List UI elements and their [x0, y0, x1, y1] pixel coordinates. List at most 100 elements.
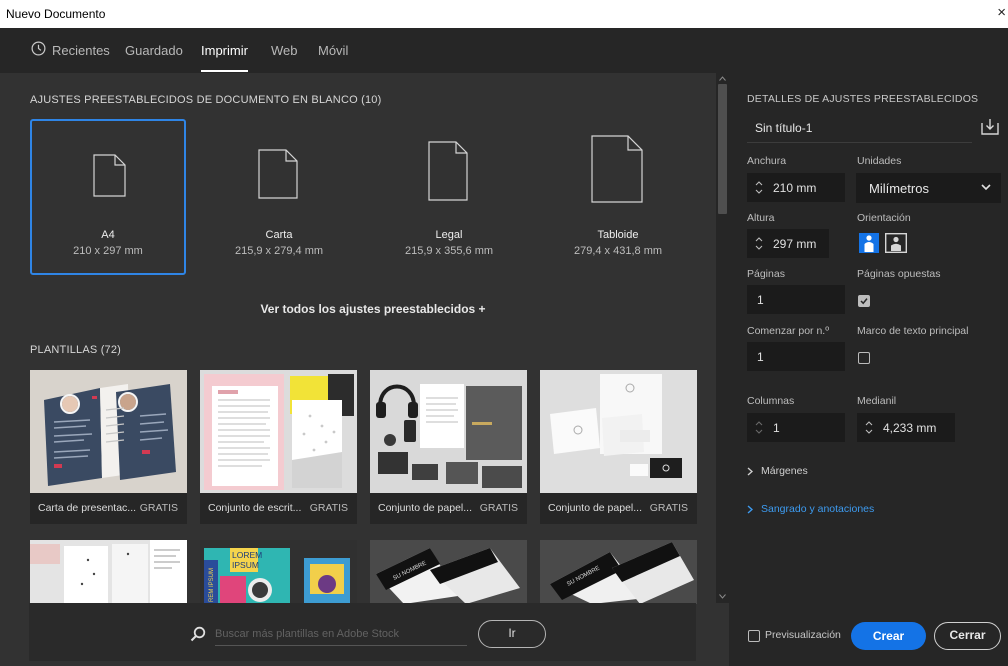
- template-thumbnail: LOREM IPSUM REM IPSUM: [200, 540, 357, 604]
- clock-icon: [31, 41, 46, 56]
- gutter-field[interactable]: 4,233 mm: [857, 413, 955, 442]
- title-bar: Nuevo Documento ×: [0, 0, 1008, 28]
- chevron-right-icon: [747, 467, 753, 476]
- templates-heading: PLANTILLAS (72): [30, 344, 122, 356]
- preset-name: Carta: [265, 229, 293, 241]
- template-card[interactable]: Carta de presentac... GRATIS: [30, 370, 187, 524]
- preset-size: 279,4 x 431,8 mm: [573, 245, 663, 257]
- free-badge: GRATIS: [139, 502, 178, 514]
- blank-presets-heading: AJUSTES PREESTABLECIDOS DE DOCUMENTO EN …: [30, 94, 382, 106]
- template-thumbnail: [30, 540, 187, 604]
- window-title: Nuevo Documento: [6, 7, 106, 21]
- preset-size: 215,9 x 355,6 mm: [404, 245, 494, 257]
- document-icon: [258, 149, 298, 199]
- scroll-up-icon[interactable]: [719, 76, 726, 81]
- scroll-down-icon[interactable]: [719, 594, 726, 599]
- chevron-down-icon: [981, 184, 991, 191]
- width-field[interactable]: 210 mm: [747, 173, 845, 202]
- template-title: Conjunto de escrit...: [208, 502, 302, 514]
- pages-label: Páginas: [747, 268, 785, 280]
- template-thumbnail: [30, 370, 187, 493]
- scrollbar-thumb[interactable]: [718, 84, 727, 214]
- stepper-icon[interactable]: [754, 419, 764, 436]
- primary-text-frame-checkbox[interactable]: [858, 352, 870, 364]
- preset-name: A4: [101, 229, 115, 241]
- height-label: Altura: [747, 212, 775, 224]
- template-caption: Carta de presentac... GRATIS: [30, 493, 187, 524]
- template-caption: Conjunto de escrit... GRATIS: [200, 493, 357, 524]
- template-card[interactable]: Conjunto de papel... GRATIS: [540, 370, 697, 524]
- see-all-presets-link[interactable]: Ver todos los ajustes preestablecidos +: [0, 302, 716, 316]
- tab-recientes[interactable]: Recientes: [52, 43, 110, 58]
- save-preset-icon[interactable]: [981, 118, 999, 135]
- gutter-label: Medianil: [857, 395, 897, 407]
- ipsum-text: IPSUM: [232, 560, 259, 570]
- portrait-orientation-icon[interactable]: [859, 233, 879, 253]
- stepper-icon[interactable]: [754, 235, 764, 252]
- start-page-label: Comenzar por n.º: [747, 325, 830, 337]
- document-icon: [428, 141, 468, 201]
- facing-pages-label: Páginas opuestas: [857, 268, 941, 280]
- template-card[interactable]: LOREM IPSUM REM IPSUM: [200, 540, 357, 604]
- stepper-icon[interactable]: [754, 179, 764, 196]
- preset-tabloide[interactable]: Tabloide 279,4 x 431,8 mm: [540, 119, 696, 275]
- preset-name: Legal: [435, 229, 463, 241]
- tab-web[interactable]: Web: [271, 43, 298, 58]
- preset-a4[interactable]: A4 210 x 297 mm: [30, 119, 186, 275]
- template-card[interactable]: [30, 540, 187, 604]
- close-icon[interactable]: ×: [997, 4, 1006, 21]
- document-icon: [591, 135, 643, 203]
- template-caption: Conjunto de papel... GRATIS: [540, 493, 697, 524]
- template-title: Carta de presentac...: [38, 502, 137, 514]
- preset-size: 215,9 x 279,4 mm: [234, 245, 324, 257]
- start-page-field[interactable]: 1: [747, 342, 845, 371]
- preset-name-field[interactable]: Sin título-1: [747, 115, 972, 143]
- free-badge: GRATIS: [479, 502, 518, 514]
- free-badge: GRATIS: [309, 502, 348, 514]
- go-button[interactable]: Ir: [478, 620, 546, 648]
- tab-guardado[interactable]: Guardado: [125, 43, 183, 58]
- template-thumbnail: SU NOMBRE: [540, 540, 697, 604]
- lorem-text: LOREM: [232, 550, 262, 560]
- preview-checkbox[interactable]: [748, 630, 760, 642]
- preset-size: 210 x 297 mm: [73, 245, 143, 257]
- primary-text-frame-label: Marco de texto principal: [857, 325, 969, 337]
- stock-search-input[interactable]: [215, 622, 467, 646]
- height-field[interactable]: 297 mm: [747, 229, 829, 258]
- template-thumbnail: [370, 370, 527, 493]
- landscape-orientation-icon[interactable]: [885, 233, 907, 253]
- bleed-label: Sangrado y anotaciones: [761, 503, 875, 515]
- template-caption: Conjunto de papel... GRATIS: [370, 493, 527, 524]
- document-icon: [93, 154, 126, 197]
- stock-search-bar: Ir: [29, 603, 696, 661]
- presets-scrollbar[interactable]: [716, 73, 729, 603]
- close-button[interactable]: Cerrar: [934, 622, 1001, 650]
- free-badge: GRATIS: [649, 502, 688, 514]
- search-icon: [190, 626, 206, 642]
- pages-field[interactable]: 1: [747, 285, 845, 314]
- columns-label: Columnas: [747, 395, 795, 407]
- template-card[interactable]: Conjunto de papel... GRATIS: [370, 370, 527, 524]
- preset-carta[interactable]: Carta 215,9 x 279,4 mm: [201, 119, 357, 275]
- preset-name: Tabloide: [597, 229, 639, 241]
- create-button[interactable]: Crear: [851, 622, 926, 650]
- details-heading: DETALLES DE AJUSTES PREESTABLECIDOS: [747, 93, 979, 105]
- facing-pages-checkbox[interactable]: [858, 295, 870, 307]
- tab-bar: Recientes Guardado Imprimir Web Móvil: [0, 28, 1008, 73]
- stepper-icon[interactable]: [864, 419, 874, 436]
- columns-field[interactable]: 1: [747, 413, 845, 442]
- template-card[interactable]: SU NOMBRE: [540, 540, 697, 604]
- tab-imprimir[interactable]: Imprimir: [201, 43, 248, 58]
- template-thumbnail: [540, 370, 697, 493]
- template-thumbnail: SU NOMBRE: [370, 540, 527, 604]
- template-title: Conjunto de papel...: [378, 502, 472, 514]
- check-icon: [860, 298, 868, 305]
- template-card[interactable]: SU NOMBRE: [370, 540, 527, 604]
- preset-legal[interactable]: Legal 215,9 x 355,6 mm: [371, 119, 527, 275]
- tab-movil[interactable]: Móvil: [318, 43, 348, 58]
- template-card[interactable]: Conjunto de escrit... GRATIS: [200, 370, 357, 524]
- units-label: Unidades: [857, 155, 902, 167]
- presets-panel: AJUSTES PREESTABLECIDOS DE DOCUMENTO EN …: [0, 73, 716, 666]
- units-select[interactable]: Milímetros: [856, 173, 1001, 203]
- chevron-right-icon: [747, 505, 753, 514]
